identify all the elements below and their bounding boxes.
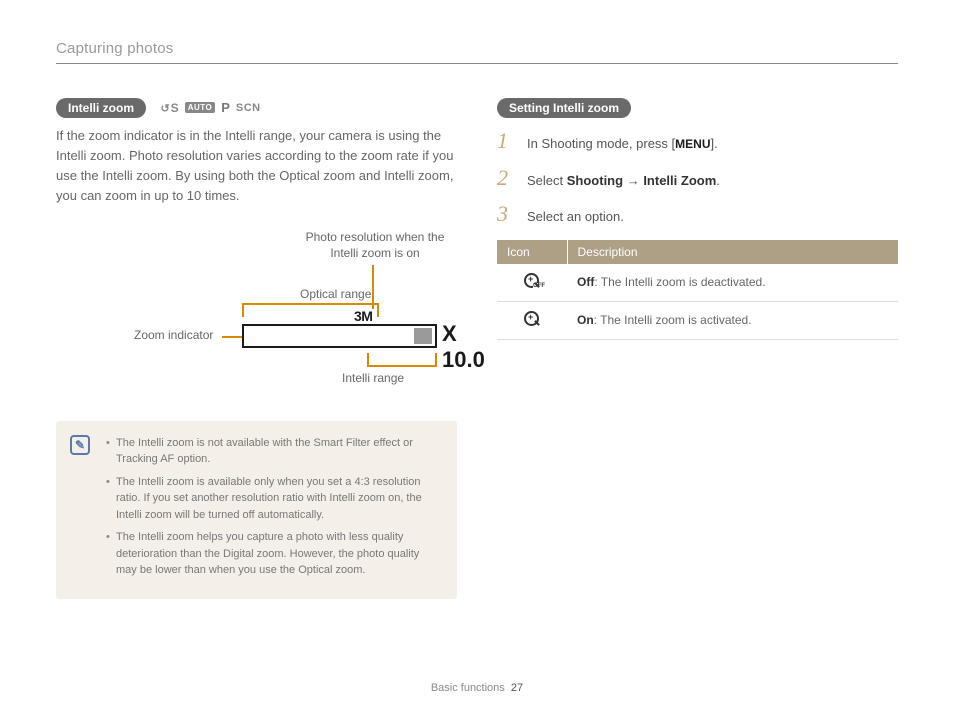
description-cell: On: The Intelli zoom is activated.	[567, 301, 898, 339]
callout-line	[222, 336, 242, 338]
auto-mode-icon: AUTO	[185, 102, 216, 113]
zoom-bar	[242, 324, 437, 348]
table-row: +OFF Off: The Intelli zoom is deactivate…	[497, 264, 898, 302]
zoom-indicator-label: Zoom indicator	[134, 328, 213, 342]
step-1: 1 In Shooting mode, press [MENU].	[497, 130, 898, 154]
step-2: 2 Select Shooting → Intelli Zoom.	[497, 167, 898, 191]
menu-path-shooting: Shooting	[567, 173, 623, 188]
text: ].	[711, 136, 718, 151]
options-table: Icon Description +OFF Off: The Intelli z…	[497, 240, 898, 340]
step-text: Select an option.	[527, 207, 624, 227]
menu-path-intelli-zoom: Intelli Zoom	[643, 173, 716, 188]
two-column-layout: Intelli zoom S AUTO P SCN If the zoom in…	[56, 98, 898, 599]
zoom-bar-intelli-fill	[414, 328, 432, 344]
menu-button-label: MENU	[675, 137, 710, 151]
mode-icon-strip: S AUTO P SCN	[160, 100, 260, 115]
table-header-icon: Icon	[497, 240, 567, 264]
intelli-zoom-badge: Intelli zoom	[56, 98, 146, 118]
note-box: ✎ The Intelli zoom is not available with…	[56, 421, 457, 599]
note-item: The Intelli zoom is not available with t…	[106, 435, 441, 468]
callout-line	[367, 365, 437, 367]
step-text: Select Shooting → Intelli Zoom.	[527, 171, 720, 191]
intelli-zoom-description: If the zoom indicator is in the Intelli …	[56, 126, 457, 207]
note-item: The Intelli zoom is available only when …	[106, 474, 441, 524]
table-row: + On: The Intelli zoom is activated.	[497, 301, 898, 339]
photo-resolution-label: Photo resolution when the Intelli zoom i…	[300, 229, 450, 261]
page-title: Capturing photos	[56, 40, 898, 64]
zoom-diagram: Photo resolution when the Intelli zoom i…	[56, 229, 457, 409]
option-name: Off	[577, 275, 594, 289]
footer-section: Basic functions	[431, 682, 505, 694]
step-text: In Shooting mode, press [MENU].	[527, 134, 718, 154]
description-cell: Off: The Intelli zoom is deactivated.	[567, 264, 898, 302]
option-desc: : The Intelli zoom is deactivated.	[594, 275, 765, 289]
arrow-icon: →	[623, 173, 643, 188]
magnifier-off-icon: +OFF	[524, 273, 540, 289]
smart-mode-icon: S	[160, 101, 178, 115]
step-number: 3	[497, 203, 515, 225]
icon-cell: +OFF	[497, 264, 567, 302]
callout-line	[377, 303, 379, 317]
program-mode-icon: P	[221, 100, 230, 115]
intelli-range-label: Intelli range	[342, 371, 404, 385]
text: Select	[527, 173, 567, 188]
steps-list: 1 In Shooting mode, press [MENU]. 2 Sele…	[497, 130, 898, 227]
note-icon: ✎	[70, 435, 90, 455]
option-name: On	[577, 313, 594, 327]
right-column: Setting Intelli zoom 1 In Shooting mode,…	[497, 98, 898, 599]
page-number: 27	[511, 682, 523, 694]
icon-cell: +	[497, 301, 567, 339]
page-footer: Basic functions 27	[0, 682, 954, 694]
text: .	[716, 173, 720, 188]
zoom-bar-optical-fill	[244, 326, 414, 346]
magnifier-on-icon: +	[524, 311, 540, 327]
step-number: 1	[497, 130, 515, 152]
step-3: 3 Select an option.	[497, 203, 898, 227]
option-desc: : The Intelli zoom is activated.	[594, 313, 752, 327]
resolution-value: 3M	[354, 308, 372, 324]
section-header-row: Intelli zoom S AUTO P SCN	[56, 98, 457, 118]
scene-mode-icon: SCN	[236, 102, 261, 114]
table-header-description: Description	[567, 240, 898, 264]
text: In Shooting mode, press [	[527, 136, 675, 151]
zoom-multiplier: X 10.0	[442, 321, 485, 373]
callout-line	[242, 303, 244, 317]
setting-intelli-zoom-badge: Setting Intelli zoom	[497, 98, 631, 118]
note-list: The Intelli zoom is not available with t…	[106, 435, 441, 579]
left-column: Intelli zoom S AUTO P SCN If the zoom in…	[56, 98, 457, 599]
callout-line	[242, 303, 379, 305]
optical-range-label: Optical range	[300, 287, 371, 301]
note-item: The Intelli zoom helps you capture a pho…	[106, 529, 441, 579]
step-number: 2	[497, 167, 515, 189]
